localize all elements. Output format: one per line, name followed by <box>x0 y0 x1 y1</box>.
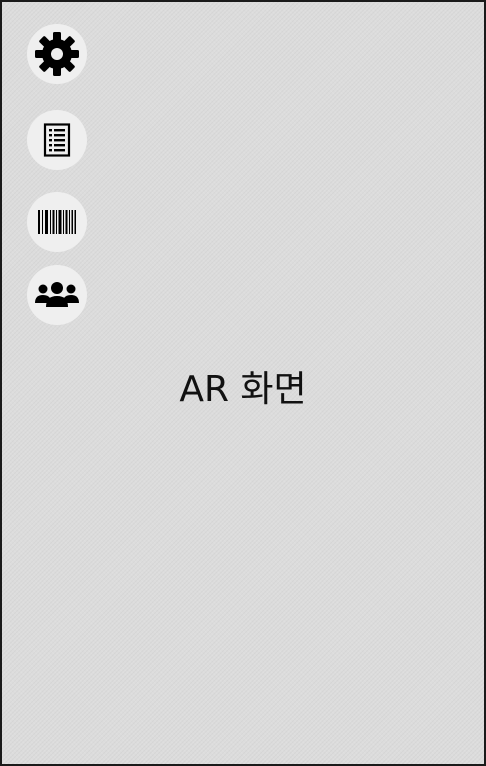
document-list-icon <box>42 123 72 157</box>
document-button[interactable] <box>27 110 87 170</box>
ar-view-screen: AR 화면 <box>0 0 486 766</box>
barcode-button[interactable] <box>27 192 87 252</box>
gear-icon <box>34 31 80 77</box>
barcode-icon <box>37 209 77 235</box>
group-button[interactable] <box>27 265 87 325</box>
group-icon <box>34 280 80 310</box>
settings-button[interactable] <box>27 24 87 84</box>
ar-screen-label: AR 화면 <box>179 369 307 410</box>
